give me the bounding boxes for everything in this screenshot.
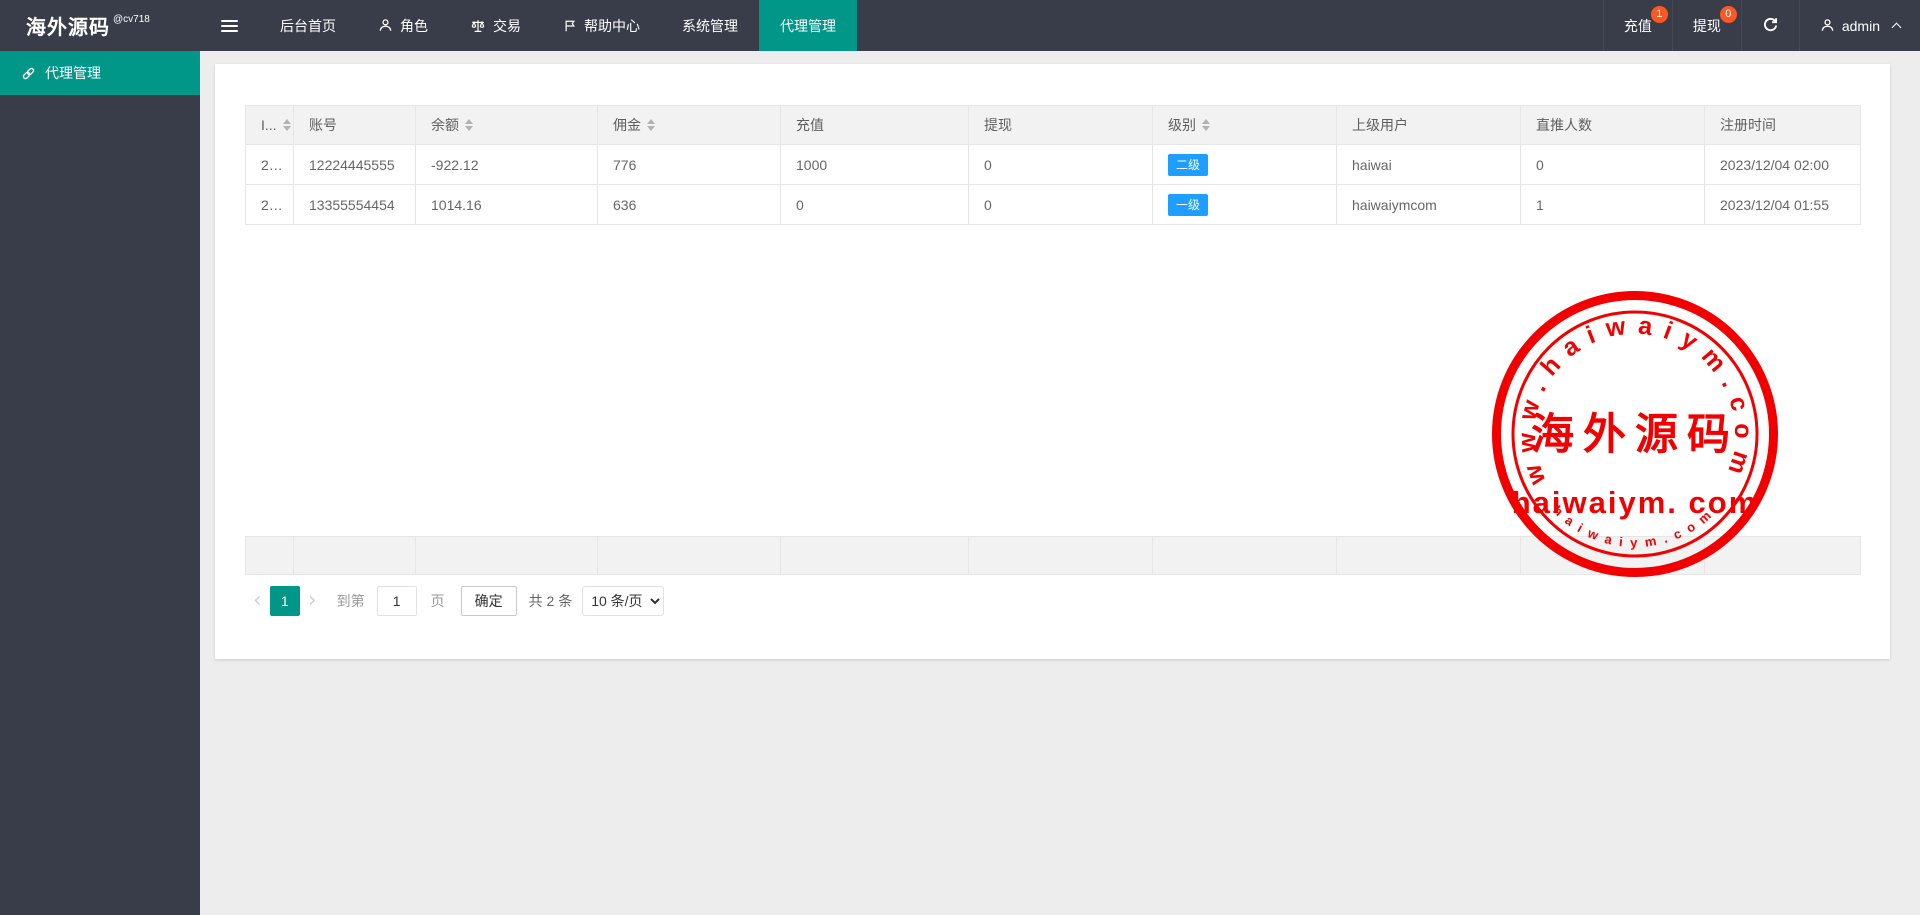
table-footer-strip <box>245 536 1861 575</box>
app-logo-text: 海外源码 <box>26 11 110 40</box>
col-header-account: 账号 <box>294 106 416 145</box>
page-size-select[interactable]: 10 条/页 <box>582 586 664 616</box>
recharge-button[interactable]: 充值 1 <box>1603 0 1672 51</box>
confirm-jump-button[interactable]: 确定 <box>461 586 517 616</box>
agent-table: I... 账号 余额 佣金 充值 提现 级别 上级用户 直推人数 注册时间 2.… <box>245 105 1861 225</box>
cell-id: 2... <box>246 185 294 225</box>
jump-prefix-label: 到第 <box>337 591 365 611</box>
sort-icon[interactable] <box>283 119 291 131</box>
cell-balance: -922.12 <box>416 145 598 185</box>
nav-item-dashboard[interactable]: 后台首页 <box>259 0 357 51</box>
jump-suffix-label: 页 <box>431 591 445 611</box>
level-badge: 二级 <box>1168 154 1208 176</box>
app-logo-badge: @cv718 <box>113 14 150 25</box>
col-header-reg-time: 注册时间 <box>1705 106 1861 145</box>
sort-icon[interactable] <box>647 119 655 131</box>
sidebar: 代理管理 <box>0 51 200 915</box>
refresh-button[interactable] <box>1741 0 1799 51</box>
cell-recharge: 0 <box>781 185 969 225</box>
col-header-direct-count: 直推人数 <box>1521 106 1705 145</box>
nav-item-trade[interactable]: 交易 <box>449 0 542 51</box>
chevron-up-icon <box>1892 23 1902 33</box>
col-header-commission[interactable]: 佣金 <box>598 106 781 145</box>
user-menu[interactable]: admin <box>1799 0 1920 51</box>
sidebar-item-label: 代理管理 <box>45 63 101 83</box>
cell-parent-user: haiwai <box>1337 145 1521 185</box>
nav-item-help-center[interactable]: 帮助中心 <box>542 0 661 51</box>
withdraw-button[interactable]: 提现 0 <box>1672 0 1741 51</box>
col-header-parent-user: 上级用户 <box>1337 106 1521 145</box>
main-menu: 后台首页 角色 交易 帮助中心 系统管理 <box>200 0 857 51</box>
cell-account: 12224445555 <box>294 145 416 185</box>
prev-page-button[interactable]: ‹ <box>245 587 270 615</box>
user-icon <box>1820 18 1835 33</box>
cell-direct-count: 1 <box>1521 185 1705 225</box>
nav-item-roles[interactable]: 角色 <box>357 0 449 51</box>
username: admin <box>1842 18 1880 34</box>
cell-account: 13355554454 <box>294 185 416 225</box>
refresh-icon <box>1762 17 1779 34</box>
sort-icon[interactable] <box>465 119 473 131</box>
col-header-withdraw: 提现 <box>969 106 1153 145</box>
table-header-row: I... 账号 余额 佣金 充值 提现 级别 上级用户 直推人数 注册时间 <box>246 106 1861 145</box>
nav-item-system-mgmt[interactable]: 系统管理 <box>661 0 759 51</box>
agent-table-card: I... 账号 余额 佣金 充值 提现 级别 上级用户 直推人数 注册时间 2.… <box>215 64 1890 659</box>
cell-commission: 776 <box>598 145 781 185</box>
hamburger-icon <box>221 17 238 35</box>
flag-icon <box>563 19 577 33</box>
cell-direct-count: 0 <box>1521 145 1705 185</box>
cell-parent-user: haiwaiymcom <box>1337 185 1521 225</box>
cell-withdraw: 0 <box>969 185 1153 225</box>
table-row: 2... 12224445555 -922.12 776 1000 0 二级 h… <box>246 145 1861 185</box>
table-empty-area <box>245 225 1860 536</box>
col-header-id[interactable]: I... <box>246 106 294 145</box>
cell-withdraw: 0 <box>969 145 1153 185</box>
current-page-button[interactable]: 1 <box>270 586 300 616</box>
cell-level: 二级 <box>1153 145 1337 185</box>
page-jump-input[interactable] <box>377 586 417 616</box>
main-content: I... 账号 余额 佣金 充值 提现 级别 上级用户 直推人数 注册时间 2.… <box>200 51 1920 915</box>
next-page-button[interactable]: › <box>300 587 325 615</box>
recharge-count-badge: 1 <box>1651 6 1668 23</box>
cell-reg-time: 2023/12/04 02:00 <box>1705 145 1861 185</box>
menu-toggle-button[interactable] <box>200 0 259 51</box>
navbar-right: 充值 1 提现 0 admin <box>1603 0 1920 51</box>
table-row: 2... 13355554454 1014.16 636 0 0 一级 haiw… <box>246 185 1861 225</box>
person-icon <box>378 18 393 33</box>
col-header-balance[interactable]: 余额 <box>416 106 598 145</box>
cell-balance: 1014.16 <box>416 185 598 225</box>
total-count-label: 共 2 条 <box>529 591 573 611</box>
cell-level: 一级 <box>1153 185 1337 225</box>
sort-icon[interactable] <box>1202 119 1210 131</box>
top-navbar: 海外源码 @cv718 后台首页 角色 交易 <box>0 0 1920 51</box>
link-icon <box>21 66 36 81</box>
withdraw-count-badge: 0 <box>1720 6 1737 23</box>
cell-reg-time: 2023/12/04 01:55 <box>1705 185 1861 225</box>
nav-item-agent-mgmt[interactable]: 代理管理 <box>759 0 857 51</box>
level-badge: 一级 <box>1168 194 1208 216</box>
cell-commission: 636 <box>598 185 781 225</box>
col-header-level[interactable]: 级别 <box>1153 106 1337 145</box>
cell-id: 2... <box>246 145 294 185</box>
cell-recharge: 1000 <box>781 145 969 185</box>
scales-icon <box>470 18 486 34</box>
app-logo: 海外源码 @cv718 <box>0 0 200 51</box>
pagination-bar: ‹ 1 › 到第 页 确定 共 2 条 10 条/页 <box>245 586 1860 616</box>
sidebar-item-agent-mgmt[interactable]: 代理管理 <box>0 51 200 95</box>
col-header-recharge: 充值 <box>781 106 969 145</box>
